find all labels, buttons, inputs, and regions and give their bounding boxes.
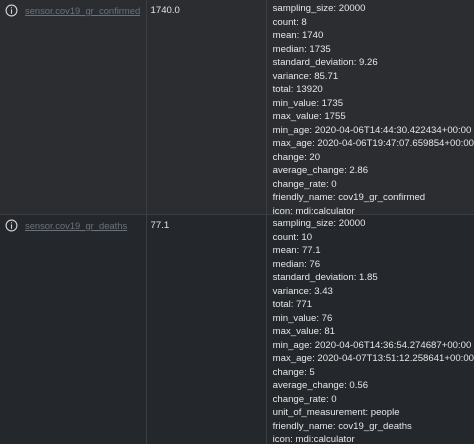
attribute-line: variance: 3.43 <box>272 285 333 297</box>
attribute-line: total: 771 <box>272 299 313 310</box>
attribute-line: change: 20 <box>272 151 321 163</box>
attributes-cell: sampling_size: 20000 count: 10 mean: 77.… <box>267 215 474 444</box>
attribute-line: standard_deviation: 1.85 <box>272 272 378 283</box>
attribute-line: average_change: 0.56 <box>272 380 369 391</box>
attribute-line: min_value: 1735 <box>272 97 344 109</box>
attribute-line: min_value: 76 <box>272 312 333 324</box>
attribute-line: count: 8 <box>272 16 307 28</box>
attribute-line: change: 5 <box>272 366 315 378</box>
entity-states-table: sensor.cov19_gr_confirmed 1740.0 samplin… <box>0 0 474 444</box>
entity-id-link[interactable]: sensor.cov19_gr_confirmed <box>25 4 140 17</box>
attribute-line: change_rate: 0 <box>272 178 337 190</box>
attribute-line: mean: 1740 <box>272 30 324 41</box>
attribute-line: median: 1735 <box>272 43 331 55</box>
attribute-line: friendly_name: cov19_gr_confirmed <box>272 192 426 203</box>
attribute-line: min_age: 2020-04-06T14:36:54.274687+00:0… <box>272 339 472 351</box>
state-cell: 77.1 <box>147 215 267 444</box>
attribute-line: friendly_name: cov19_gr_deaths <box>272 420 412 432</box>
attribute-line: mean: 77.1 <box>272 245 321 256</box>
attribute-line: max_age: 2020-04-07T13:51:12.258641+00:0… <box>272 353 474 364</box>
attribute-line: max_value: 81 <box>272 326 336 337</box>
entity-cell: sensor.cov19_gr_confirmed <box>0 0 147 214</box>
attribute-line: total: 13920 <box>272 84 323 95</box>
attribute-line: variance: 85.71 <box>272 70 339 82</box>
entity-id-link[interactable]: sensor.cov19_gr_deaths <box>25 219 127 232</box>
attributes-cell: sampling_size: 20000 count: 8 mean: 1740… <box>267 0 474 217</box>
attribute-line: icon: mdi:calculator <box>272 434 355 444</box>
attribute-line: average_change: 2.86 <box>272 165 369 176</box>
info-circle-icon[interactable] <box>5 4 18 17</box>
attribute-line: change_rate: 0 <box>272 393 337 405</box>
info-circle-icon[interactable] <box>5 219 18 232</box>
attribute-line: sampling_size: 20000 <box>272 3 366 14</box>
state-value: 1740.0 <box>150 5 180 16</box>
attribute-line: median: 76 <box>272 258 321 270</box>
state-cell: 1740.0 <box>147 0 267 214</box>
attribute-line: unit_of_measurement: people <box>272 407 400 418</box>
attribute-line: standard_deviation: 9.26 <box>272 57 378 68</box>
table-row: sensor.cov19_gr_confirmed 1740.0 samplin… <box>0 0 474 217</box>
attribute-line: count: 10 <box>272 231 313 243</box>
entity-cell: sensor.cov19_gr_deaths <box>0 215 147 444</box>
attribute-line: min_age: 2020-04-06T14:44:30.422434+00:0… <box>272 124 472 136</box>
table-row: sensor.cov19_gr_deaths 77.1 sampling_siz… <box>0 214 474 444</box>
attribute-line: max_age: 2020-04-06T19:47:07.659854+00:0… <box>272 138 474 149</box>
attribute-line: max_value: 1755 <box>272 111 346 122</box>
state-value: 77.1 <box>150 220 170 231</box>
attribute-line: sampling_size: 20000 <box>272 218 366 229</box>
